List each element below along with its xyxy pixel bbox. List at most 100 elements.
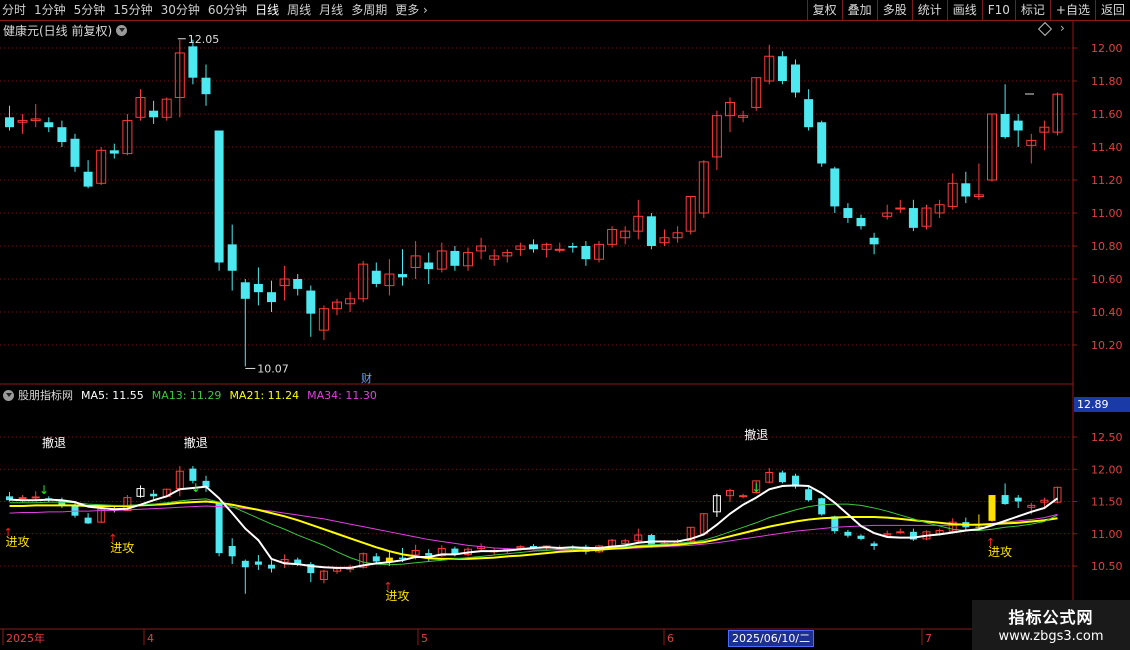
candle-body-up <box>895 207 906 210</box>
ind-candle-down <box>215 501 223 554</box>
main-y-tick-label: 11.60 <box>1091 108 1123 121</box>
ma5-line <box>9 484 1059 569</box>
ind-candle-down <box>268 564 275 569</box>
watermark: 指标公式网 www.zbgs3.com <box>972 600 1130 650</box>
retreat-arrow-icon: ↓ <box>751 481 761 495</box>
x-axis-label: 5 <box>421 632 428 645</box>
ma13-value: MA13: 11.29 <box>151 388 222 402</box>
ind-candle-down <box>189 468 197 481</box>
finance-marker: 财 <box>361 371 372 385</box>
indicator-name: 股朋指标网 <box>18 389 73 402</box>
ind-candle-down <box>870 543 878 547</box>
ma34-value: MA34: 11.30 <box>307 388 377 402</box>
attack-label: 进攻 <box>110 541 134 555</box>
ind-candle-down <box>818 498 826 515</box>
ind-candle-down <box>778 472 786 483</box>
ind-candle-up <box>31 496 40 499</box>
main-y-tick-label: 11.40 <box>1091 141 1123 154</box>
candle-body-down <box>57 127 67 143</box>
ma21-value: MA21: 11.24 <box>229 388 300 402</box>
ind-candle-down <box>1001 495 1009 505</box>
cursor-date-tag: 2025/06/10/二 <box>728 630 815 647</box>
x-axis-label: 4 <box>147 632 154 645</box>
candle-body-down <box>424 262 434 270</box>
candle-body-down <box>227 244 237 271</box>
ind-y-tick-label: 10.50 <box>1091 560 1123 573</box>
ind-candle-down <box>988 495 996 521</box>
x-axis-label: 6 <box>667 632 674 645</box>
candle-body-down <box>646 216 656 246</box>
main-y-tick-label: 10.80 <box>1091 240 1123 253</box>
indicator-dropdown-icon[interactable] <box>3 389 14 401</box>
main-y-tick-label: 11.20 <box>1091 174 1123 187</box>
ind-candle-down <box>425 553 433 556</box>
candle-body-down <box>188 46 198 78</box>
candle-body-down <box>568 246 578 248</box>
ma34-line <box>9 505 1058 551</box>
ind-y-tick-label: 12.50 <box>1091 431 1123 444</box>
current-price-tag: 12.89 <box>1074 397 1130 412</box>
candle-body-down <box>830 168 840 207</box>
attack-label: 进攻 <box>385 589 409 603</box>
ind-candle-up <box>896 531 905 534</box>
ind-y-tick-label: 12.00 <box>1091 463 1123 476</box>
high-label: 12.05 <box>188 33 220 46</box>
candle-body-down <box>869 237 879 245</box>
candle-body-down <box>777 56 787 81</box>
ind-candle-down <box>241 560 249 568</box>
candle-body-down <box>529 244 538 250</box>
attack-label: 进攻 <box>988 545 1012 559</box>
candle-body-down <box>804 99 814 128</box>
ma5-value: MA5: 11.55 <box>81 388 144 402</box>
candle-body-down <box>306 290 316 314</box>
ind-candle-down <box>372 556 380 562</box>
retreat-label: 撤退 <box>744 427 768 442</box>
attack-label: 进攻 <box>6 535 30 549</box>
ind-candle-down <box>844 531 852 536</box>
candle-body-down <box>450 250 460 266</box>
ind-y-tick-label: 11.50 <box>1091 496 1123 509</box>
retreat-arrow-icon: ↓ <box>39 483 49 497</box>
ind-candle-down <box>254 561 262 565</box>
ind-candle-down <box>294 559 302 564</box>
ind-candle-down <box>1014 497 1022 502</box>
candle-body-down <box>843 208 853 218</box>
candle-body-up <box>554 248 565 251</box>
kline-chart[interactable]: 12.00 11.80 11.60 11.40 11.20 11.00 10.80 10.60… <box>0 0 1130 650</box>
candle-body-down <box>70 138 80 167</box>
main-y-tick-label: 10.60 <box>1091 273 1123 286</box>
candle-body-down <box>109 150 119 154</box>
ind-candle-up <box>739 495 748 498</box>
ind-candle-down <box>150 493 158 497</box>
x-axis-label: 2025年 <box>6 631 45 645</box>
candle-body-down <box>398 274 407 278</box>
retreat-arrow-icon: ↓ <box>191 481 201 495</box>
main-y-tick-label: 10.20 <box>1091 339 1123 352</box>
candle-body-down <box>5 117 14 128</box>
candle-body-down <box>791 64 800 93</box>
ind-candle-down <box>805 489 813 501</box>
candle-body-down <box>1013 120 1023 131</box>
main-y-tick-label: 11.80 <box>1091 75 1123 88</box>
ind-candle-down <box>857 535 865 539</box>
ind-candle-up <box>18 497 27 500</box>
candle-body-down <box>293 279 303 289</box>
candle-body-down <box>240 282 250 299</box>
watermark-name: 指标公式网 <box>1008 608 1094 627</box>
main-y-tick-label: 10.40 <box>1091 306 1123 319</box>
candle-body-down <box>214 130 224 263</box>
candle-body-down <box>581 246 591 260</box>
candle-body-down <box>856 217 866 227</box>
candle-body-down <box>1000 114 1010 138</box>
candle-body-down <box>44 122 54 128</box>
candle-body-down <box>253 283 263 293</box>
candle-body-down <box>267 292 276 303</box>
ind-y-tick-label: 11.00 <box>1091 528 1123 541</box>
candle-body-down <box>149 110 159 118</box>
candle-body-down <box>908 208 918 228</box>
candle-body-down <box>371 270 381 284</box>
low-label: 10.07 <box>257 362 289 375</box>
x-axis-label: 7 <box>925 632 932 645</box>
ind-candle-down <box>84 517 92 524</box>
candle-body-down <box>817 122 827 164</box>
